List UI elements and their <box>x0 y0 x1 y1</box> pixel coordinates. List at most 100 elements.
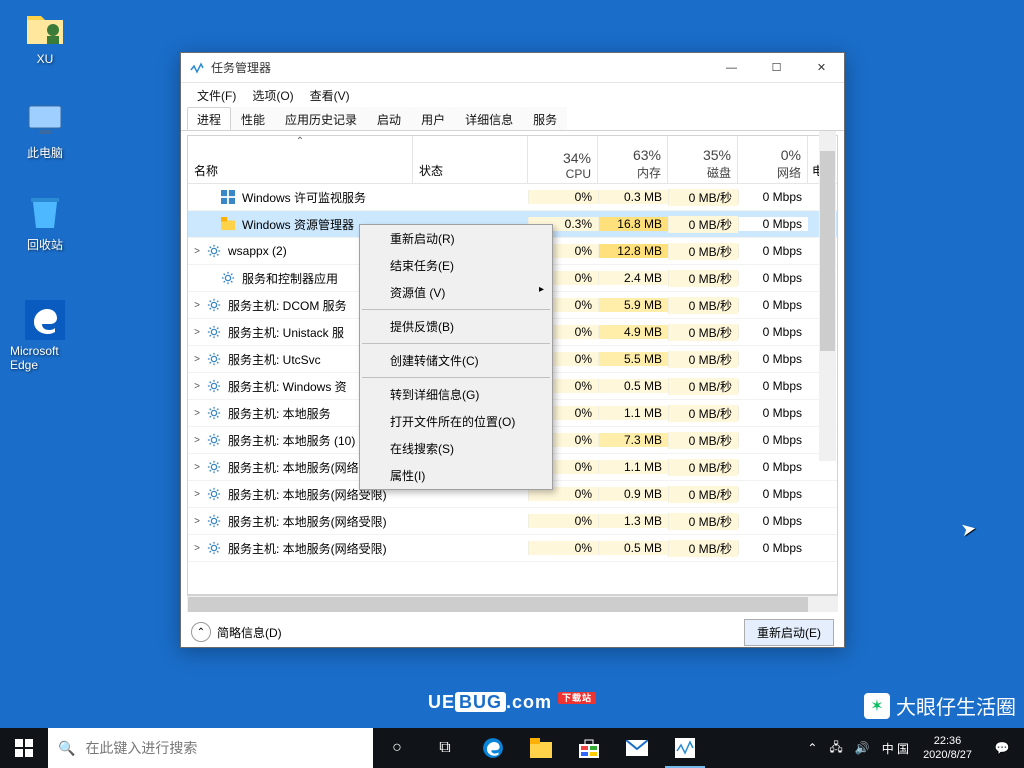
scrollbar-thumb[interactable] <box>820 151 835 351</box>
taskbar-task-manager[interactable] <box>661 728 709 768</box>
process-name: 服务主机: DCOM 服务 <box>228 297 347 314</box>
cell-disk: 0 MB/秒 <box>668 405 738 422</box>
cell-disk: 0 MB/秒 <box>668 351 738 368</box>
tab-4[interactable]: 用户 <box>411 107 455 130</box>
process-icon <box>206 459 222 475</box>
process-name: Windows 许可监视服务 <box>242 189 366 206</box>
recycle-bin-icon <box>25 192 65 232</box>
watermark-right: ✶ 大眼仔生活圈 <box>864 691 1016 720</box>
cell-disk: 0 MB/秒 <box>668 378 738 395</box>
minimize-button[interactable]: — <box>709 54 754 82</box>
cell-network: 0 Mbps <box>738 433 808 447</box>
process-name: wsappx (2) <box>228 244 287 258</box>
tab-6[interactable]: 服务 <box>523 107 567 130</box>
vertical-scrollbar[interactable] <box>819 131 836 461</box>
table-row[interactable]: Windows 许可监视服务0%0.3 MB0 MB/秒0 Mbps <box>188 184 837 211</box>
process-icon <box>206 297 222 313</box>
tab-5[interactable]: 详细信息 <box>455 107 523 130</box>
header-cpu[interactable]: 34%CPU <box>528 136 598 183</box>
process-name: 服务主机: 本地服务 <box>228 405 331 422</box>
process-name: Windows 资源管理器 <box>242 216 354 233</box>
tray-ime[interactable]: 中 国 <box>876 740 915 757</box>
row-expander[interactable]: > <box>190 435 204 446</box>
context-item[interactable]: 提供反馈(B) <box>360 313 552 340</box>
cell-disk: 0 MB/秒 <box>668 189 738 206</box>
process-icon <box>206 378 222 394</box>
taskbar-edge[interactable] <box>469 728 517 768</box>
cell-memory: 12.8 MB <box>598 244 668 258</box>
row-expander[interactable]: > <box>190 327 204 338</box>
cell-disk: 0 MB/秒 <box>668 243 738 260</box>
tray-clock[interactable]: 22:36 2020/8/27 <box>915 734 980 762</box>
taskbar-search[interactable]: 🔍 在此键入进行搜索 <box>48 728 373 768</box>
cell-cpu: 0% <box>528 190 598 204</box>
context-item[interactable]: 创建转储文件(C) <box>360 347 552 374</box>
tab-3[interactable]: 启动 <box>367 107 411 130</box>
desktop-icon-edge[interactable]: Microsoft Edge <box>10 300 80 372</box>
fewer-details-toggle[interactable]: ⌃ 简略信息(D) <box>191 622 282 642</box>
cell-memory: 4.9 MB <box>598 325 668 339</box>
taskbar-explorer[interactable] <box>517 728 565 768</box>
maximize-button[interactable]: ☐ <box>754 54 799 82</box>
desktop-icon-user-folder[interactable]: XU <box>10 8 80 66</box>
windows-logo-icon <box>15 739 33 757</box>
cell-memory: 7.3 MB <box>598 433 668 447</box>
titlebar[interactable]: 任务管理器 — ☐ ✕ <box>181 53 844 83</box>
process-icon <box>206 540 222 556</box>
context-item[interactable]: 属性(I) <box>360 462 552 489</box>
row-expander[interactable]: > <box>190 408 204 419</box>
system-tray: ⌃ 🖧 🔊 中 国 22:36 2020/8/27 💬 <box>801 728 1024 768</box>
mouse-cursor: ➤ <box>959 518 978 541</box>
header-disk[interactable]: 35%磁盘 <box>668 136 738 183</box>
tray-chevron-up-icon[interactable]: ⌃ <box>801 741 823 755</box>
context-item[interactable]: 重新启动(R) <box>360 225 552 252</box>
process-name: 服务主机: 本地服务(网络受限) <box>228 513 387 530</box>
taskbar-mail[interactable] <box>613 728 661 768</box>
menu-file[interactable]: 文件(F) <box>189 87 244 104</box>
restart-button[interactable]: 重新启动(E) <box>744 619 834 646</box>
row-expander[interactable]: > <box>190 462 204 473</box>
desktop-icon-recycle-bin[interactable]: 回收站 <box>10 192 80 253</box>
scrollbar-thumb[interactable] <box>188 597 808 612</box>
table-row[interactable]: >服务主机: 本地服务(网络受限)0%1.3 MB0 MB/秒0 Mbps <box>188 508 837 535</box>
close-button[interactable]: ✕ <box>799 54 844 82</box>
tab-1[interactable]: 性能 <box>231 107 275 130</box>
process-icon <box>220 189 236 205</box>
cell-cpu: 0% <box>528 541 598 555</box>
action-center-button[interactable]: 💬 <box>980 741 1024 755</box>
row-expander[interactable]: > <box>190 354 204 365</box>
header-name[interactable]: ⌃名称 <box>188 136 413 183</box>
task-view-button[interactable]: ⧉ <box>421 728 469 768</box>
header-status[interactable]: 状态 <box>413 136 528 183</box>
row-expander[interactable]: > <box>190 300 204 311</box>
cell-memory: 0.3 MB <box>598 190 668 204</box>
context-item[interactable]: 打开文件所在的位置(O) <box>360 408 552 435</box>
tab-0[interactable]: 进程 <box>187 107 231 130</box>
tray-volume-icon[interactable]: 🔊 <box>849 741 876 755</box>
context-item[interactable]: 资源值 (V)▸ <box>360 279 552 306</box>
start-button[interactable] <box>0 728 48 768</box>
menu-view[interactable]: 查看(V) <box>302 87 358 104</box>
chevron-up-icon: ⌃ <box>191 622 211 642</box>
taskbar-store[interactable] <box>565 728 613 768</box>
context-item[interactable]: 在线搜索(S) <box>360 435 552 462</box>
context-item[interactable]: 转到详细信息(G) <box>360 381 552 408</box>
row-expander[interactable]: > <box>190 516 204 527</box>
cell-memory: 1.1 MB <box>598 406 668 420</box>
menu-options[interactable]: 选项(O) <box>244 87 301 104</box>
row-expander[interactable]: > <box>190 246 204 257</box>
row-expander[interactable]: > <box>190 489 204 500</box>
header-network[interactable]: 0%网络 <box>738 136 808 183</box>
context-item[interactable]: 结束任务(E) <box>360 252 552 279</box>
cortana-button[interactable]: ○ <box>373 728 421 768</box>
tray-network-icon[interactable]: 🖧 <box>823 738 848 759</box>
cell-memory: 1.3 MB <box>598 514 668 528</box>
tab-2[interactable]: 应用历史记录 <box>275 107 367 130</box>
context-menu: 重新启动(R)结束任务(E)资源值 (V)▸ 提供反馈(B) 创建转储文件(C) 转到… <box>359 224 553 490</box>
row-expander[interactable]: > <box>190 543 204 554</box>
row-expander[interactable]: > <box>190 381 204 392</box>
desktop-icon-this-pc[interactable]: 此电脑 <box>10 100 80 161</box>
horizontal-scrollbar[interactable] <box>187 595 838 612</box>
table-row[interactable]: >服务主机: 本地服务(网络受限)0%0.5 MB0 MB/秒0 Mbps <box>188 535 837 562</box>
header-memory[interactable]: 63%内存 <box>598 136 668 183</box>
